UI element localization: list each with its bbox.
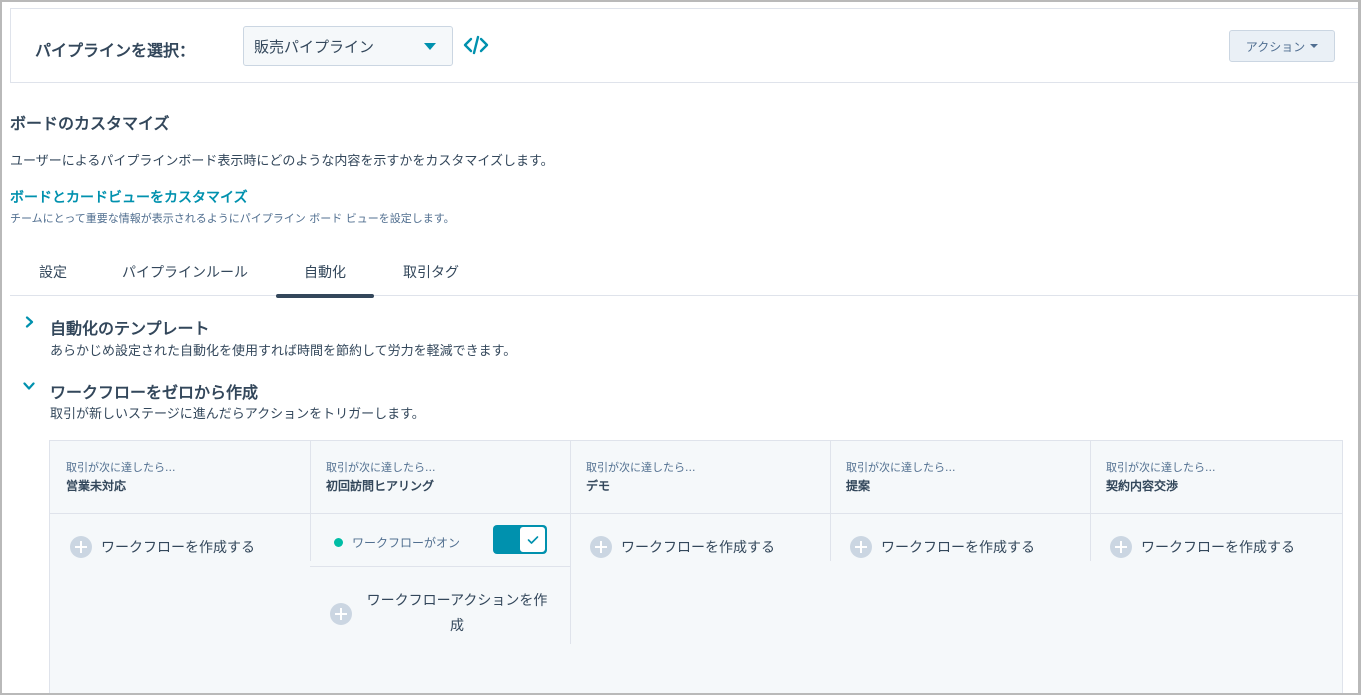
actions-button[interactable]: アクション bbox=[1229, 30, 1335, 62]
caret-down-icon bbox=[1310, 44, 1319, 48]
stage-name: 初回訪問ヒアリング bbox=[326, 479, 435, 493]
workflow-toggle[interactable] bbox=[493, 525, 547, 554]
customize-board-link-description: チームにとって重要な情報が表示されるようにパイプライン ボード ビューを設定しま… bbox=[10, 212, 455, 225]
plus-circle-icon bbox=[330, 603, 352, 625]
create-workflow-label: ワークフローを作成する bbox=[881, 540, 1035, 556]
chevron-down-icon[interactable] bbox=[23, 380, 35, 392]
stage-column: 取引が次に達したら... デモ ワークフローを作成する bbox=[570, 441, 830, 695]
stage-header: 取引が次に達したら... 提案 bbox=[830, 441, 1090, 514]
board-customize-description: ユーザーによるパイプラインボード表示時にどのような内容を示すかをカスタマイズしま… bbox=[10, 154, 554, 169]
stage-header: 取引が次に達したら... 初回訪問ヒアリング bbox=[310, 441, 570, 514]
create-workflow-button[interactable]: ワークフローを作成する bbox=[590, 536, 775, 558]
plus-circle-icon bbox=[1110, 536, 1132, 558]
stage-column: 取引が次に達したら... 提案 ワークフローを作成する bbox=[830, 441, 1090, 695]
workflow-stage-grid: 取引が次に達したら... 営業未対応 ワークフローを作成する 取引が次に達したら… bbox=[49, 440, 1343, 695]
create-workflow-action-button[interactable]: ワークフローアクションを作成 bbox=[330, 589, 560, 639]
stage-trigger-prefix: 取引が次に達したら... bbox=[1106, 461, 1216, 474]
tab-settings[interactable]: 設定 bbox=[38, 262, 68, 296]
customize-board-card-view-link[interactable]: ボードとカードビューをカスタマイズ bbox=[10, 187, 248, 207]
stage-header: 取引が次に達したら... デモ bbox=[570, 441, 830, 514]
automation-templates-description: あらかじめ設定された自動化を使用すれば時間を節約して労力を軽減できます。 bbox=[50, 344, 517, 359]
workflow-from-scratch-description: 取引が新しいステージに進んだらアクションをトリガーします。 bbox=[50, 407, 425, 422]
workflow-status-row: ワークフローがオン bbox=[310, 514, 570, 567]
stage-trigger-prefix: 取引が次に達したら... bbox=[846, 461, 956, 474]
board-customize-title: ボードのカスタマイズ bbox=[10, 114, 170, 133]
automation-templates-toggle[interactable]: 自動化のテンプレート bbox=[50, 315, 210, 339]
plus-circle-icon bbox=[70, 536, 92, 558]
tab-automation[interactable]: 自動化 bbox=[276, 262, 374, 298]
stage-name: 提案 bbox=[846, 479, 871, 493]
stage-trigger-prefix: 取引が次に達したら... bbox=[326, 461, 436, 474]
create-workflow-label: ワークフローを作成する bbox=[621, 540, 775, 556]
workflow-status-label: ワークフローがオン bbox=[352, 536, 461, 550]
create-workflow-button[interactable]: ワークフローを作成する bbox=[1110, 536, 1295, 558]
actions-button-label: アクション bbox=[1245, 39, 1306, 54]
pipeline-header: パイプラインを選択： 販売パイプライン アクション bbox=[10, 8, 1359, 83]
toggle-knob bbox=[519, 526, 546, 553]
tab-pipeline-rules[interactable]: パイプラインルール bbox=[122, 262, 248, 296]
stage-column: 取引が次に達したら... 初回訪問ヒアリング ワークフローがオン ワークフローア… bbox=[310, 441, 570, 695]
status-dot bbox=[334, 538, 343, 547]
stage-header: 取引が次に達したら... 営業未対応 bbox=[50, 441, 310, 514]
plus-circle-icon bbox=[590, 536, 612, 558]
stage-column: 取引が次に達したら... 契約内容交渉 ワークフローを作成する bbox=[1090, 441, 1342, 695]
stage-name: 営業未対応 bbox=[66, 479, 127, 493]
caret-down-icon bbox=[424, 43, 436, 50]
create-workflow-button[interactable]: ワークフローを作成する bbox=[850, 536, 1035, 558]
stage-header: 取引が次に達したら... 契約内容交渉 bbox=[1090, 441, 1342, 514]
check-icon bbox=[527, 535, 538, 544]
stage-name: デモ bbox=[586, 479, 611, 493]
stage-trigger-prefix: 取引が次に達したら... bbox=[586, 461, 696, 474]
pipeline-dropdown-value: 販売パイプライン bbox=[254, 37, 375, 56]
plus-circle-icon bbox=[850, 536, 872, 558]
stage-column: 取引が次に達したら... 営業未対応 ワークフローを作成する bbox=[50, 441, 310, 695]
create-workflow-button[interactable]: ワークフローを作成する bbox=[70, 536, 255, 558]
pipeline-select-label: パイプラインを選択： bbox=[35, 41, 196, 60]
stage-trigger-prefix: 取引が次に達したら... bbox=[66, 461, 176, 474]
workflow-from-scratch-toggle[interactable]: ワークフローをゼロから作成 bbox=[50, 379, 258, 403]
create-workflow-label: ワークフローを作成する bbox=[101, 540, 255, 556]
code-embed-icon[interactable] bbox=[463, 34, 489, 56]
create-workflow-label: ワークフローを作成する bbox=[1141, 540, 1295, 556]
pipeline-dropdown[interactable]: 販売パイプライン bbox=[243, 26, 453, 66]
create-workflow-action-label: ワークフローアクションを作成 bbox=[366, 593, 548, 634]
settings-tabs: 設定 パイプラインルール 自動化 取引タグ bbox=[10, 250, 1361, 298]
tab-deal-tags[interactable]: 取引タグ bbox=[402, 262, 460, 296]
chevron-right-icon[interactable] bbox=[23, 316, 35, 328]
stage-name: 契約内容交渉 bbox=[1106, 479, 1179, 493]
